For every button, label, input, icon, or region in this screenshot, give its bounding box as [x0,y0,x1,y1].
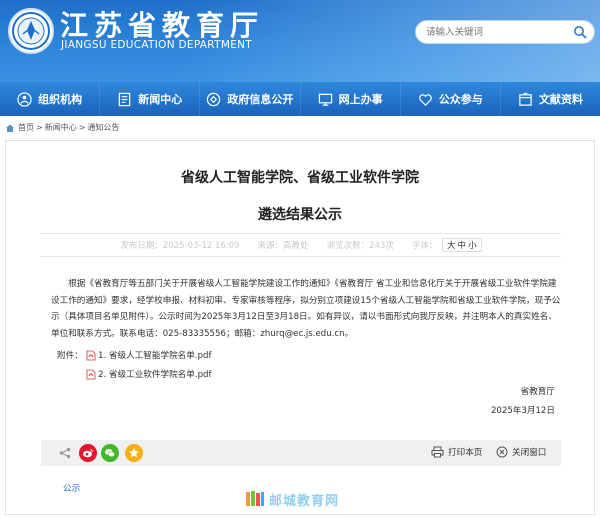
font-size-control: 字体： 大 中 小 [412,238,482,252]
info-icon [207,92,221,106]
heart-icon [418,93,432,106]
font-size-small[interactable]: 小 [468,239,477,251]
nav-item-info-public[interactable]: 政府信息公开 [200,82,301,116]
article-card: 省级人工智能学院、省级工业软件学院 遴选结果公示 发布日期：2025-03-12… [5,140,595,515]
breadcrumb-separator: > [36,123,43,132]
breadcrumb-separator: > [78,123,86,132]
breadcrumb: 首页 > 新闻中心 > 通知公告 [5,122,120,133]
home-icon [6,124,14,132]
search-input[interactable] [426,24,566,40]
attachments-label: 附件： [57,351,83,361]
publish-date: 发布日期：2025-03-12 16:09 [120,241,240,251]
breadcrumb-home[interactable]: 首页 [18,122,34,133]
nav-item-public-participation[interactable]: 公众参与 [401,82,501,116]
attachment-link-2[interactable]: 2. 省级工业软件学院名单.pdf [86,368,212,380]
nav-label: 政府信息公开 [227,93,294,106]
issue-date: 2025年3月12日 [490,406,555,416]
font-size-large[interactable]: 大 [447,239,456,251]
nav-label: 组织机构 [38,93,83,106]
watermark-text: 邮城教育网 [269,493,340,509]
nav-item-online-service[interactable]: 网上办事 [301,82,401,116]
site-header: 江苏省教育厅 JIANGSU EDUCATION DEPARTMENT [0,0,600,82]
favorite-star-icon[interactable] [125,444,143,462]
close-window-button[interactable]: 关闭窗口 [496,446,546,458]
share-icon [59,447,71,459]
source: 来源：高教处 [257,241,309,251]
article-meta: 发布日期：2025-03-12 16:09 来源：高教处 浏览次数：243次 字… [41,233,561,257]
site-title-cn[interactable]: 江苏省教育厅 [60,4,264,44]
main-nav: 组织机构 新闻中心 政府信息公开 网上办事 公众参与 文献资料 [0,82,600,116]
online-service-icon [318,93,332,106]
news-icon [118,92,131,106]
pdf-icon [86,369,96,379]
breadcrumb-notice[interactable]: 通知公告 [87,122,119,133]
weibo-share-icon[interactable] [79,444,97,462]
nav-label: 公众参与 [438,93,483,106]
nav-label: 新闻中心 [138,93,183,106]
printer-icon [431,446,444,458]
pdf-icon [86,350,96,360]
article-title-line1: 省级人工智能学院、省级工业软件学院 [181,170,419,186]
search-box [415,20,595,44]
org-icon [17,91,32,107]
watermark: 邮城教育网 [245,488,385,510]
attachment-link-1[interactable]: 1. 省级人工智能学院名单.pdf [86,349,212,361]
view-count: 浏览次数：243次 [326,241,394,251]
nav-item-documents[interactable]: 文献资料 [501,82,600,116]
print-page-button[interactable]: 打印本页 [431,446,482,458]
nav-label: 文献资料 [538,93,583,106]
wechat-share-icon[interactable] [101,444,119,462]
article-title-line2: 遴选结果公示 [258,207,342,223]
site-title-en: JIANGSU EDUCATION DEPARTMENT [61,39,252,51]
nav-item-org[interactable]: 组织机构 [0,82,101,116]
search-icon[interactable] [573,25,587,39]
nav-item-news[interactable]: 新闻中心 [100,82,201,116]
nav-label: 网上办事 [338,93,383,106]
close-icon [496,446,508,458]
documents-icon [519,92,532,106]
font-size-medium[interactable]: 中 [458,239,467,251]
share-action-bar: 打印本页 关闭窗口 [41,440,561,466]
notice-link[interactable]: 公示 [63,482,80,494]
emblem-logo-icon[interactable] [8,8,54,54]
book-logo-icon [246,491,264,506]
breadcrumb-news[interactable]: 新闻中心 [45,122,77,133]
issuer-signature: 省教育厅 [520,387,555,397]
article-body: 根据《省教育厅等五部门关于开展省级人工智能学院建设工作的通知》《省教育厅 省工业… [51,279,561,339]
